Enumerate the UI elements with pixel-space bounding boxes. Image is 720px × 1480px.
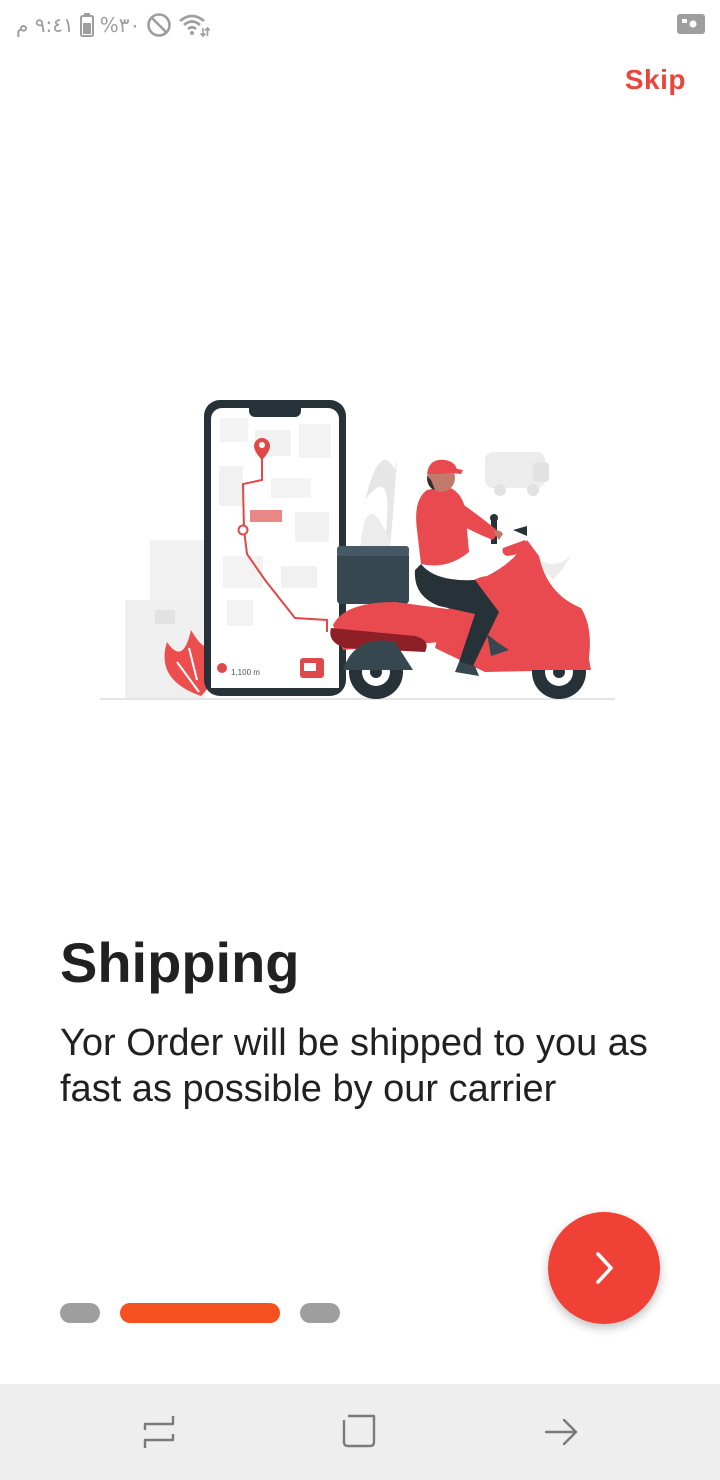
navigation-bar bbox=[0, 1384, 720, 1480]
recent-apps-button[interactable] bbox=[139, 1412, 179, 1452]
battery-icon bbox=[79, 13, 94, 37]
phone-distance-text: 1,100 m bbox=[231, 668, 260, 677]
chevron-right-icon bbox=[596, 1252, 613, 1284]
delivery-illustration: 1,100 m bbox=[95, 380, 625, 720]
back-button[interactable] bbox=[542, 1412, 582, 1452]
page-indicator-dot-active bbox=[120, 1303, 280, 1323]
onboarding-title: Shipping bbox=[60, 931, 300, 994]
wifi-icon bbox=[178, 12, 211, 38]
do-not-disturb-icon bbox=[146, 12, 172, 38]
skip-button[interactable]: Skip bbox=[625, 64, 686, 96]
back-icon bbox=[544, 1418, 578, 1446]
onboarding-description: Yor Order will be shipped to you as fast… bbox=[60, 1022, 648, 1110]
battery-percent: %٣٠ bbox=[99, 13, 141, 37]
next-button[interactable] bbox=[548, 1212, 660, 1324]
status-time: ٩:٤١ م bbox=[16, 13, 74, 37]
recent-apps-icon bbox=[143, 1416, 175, 1448]
status-bar: ٩:٤١ م %٣٠ bbox=[0, 0, 720, 50]
page-indicator-dot bbox=[60, 1303, 100, 1323]
home-button[interactable] bbox=[340, 1412, 380, 1452]
status-left: ٩:٤١ م %٣٠ bbox=[16, 8, 211, 42]
video-camera-icon bbox=[676, 10, 706, 41]
home-icon bbox=[342, 1414, 376, 1448]
page-indicator-dot bbox=[300, 1303, 340, 1323]
